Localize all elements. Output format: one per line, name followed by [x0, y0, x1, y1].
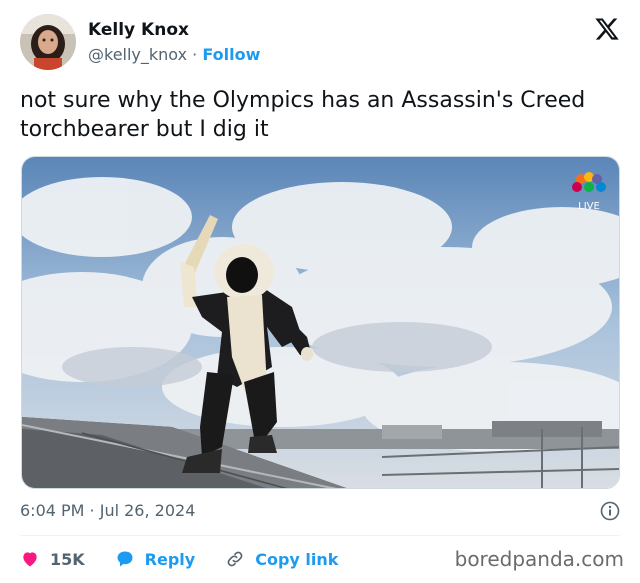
like-count: 15K: [50, 549, 85, 569]
chat-bubble-icon: [115, 549, 135, 569]
tweet-media-image[interactable]: LIVE: [21, 156, 620, 489]
x-logo-icon[interactable]: [594, 16, 620, 42]
divider: [20, 535, 620, 536]
like-button[interactable]: 15K: [20, 549, 85, 569]
tweet-text: not sure why the Olympics has an Assassi…: [20, 88, 586, 142]
author-handle[interactable]: @kelly_knox: [88, 45, 187, 64]
tweet-header: Kelly Knox @kelly_knox · Follow: [20, 14, 620, 72]
follow-button[interactable]: Follow: [202, 45, 260, 64]
author-handle-row: @kelly_knox · Follow: [88, 45, 260, 64]
copy-link-button[interactable]: Copy link: [225, 549, 338, 569]
watermark: boredpanda.com: [454, 547, 624, 571]
heart-icon: [20, 549, 40, 569]
separator-dot: ·: [192, 45, 198, 64]
copy-link-label: Copy link: [255, 549, 339, 569]
avatar[interactable]: [20, 14, 76, 70]
live-badge: LIVE: [578, 201, 600, 212]
author-name[interactable]: Kelly Knox: [88, 20, 189, 40]
tweet-timestamp[interactable]: 6:04 PM · Jul 26, 2024: [20, 501, 195, 520]
link-icon: [225, 549, 245, 569]
reply-button[interactable]: Reply: [115, 549, 196, 569]
info-icon[interactable]: [600, 501, 620, 521]
tweet-actions: 15K Reply Copy link: [20, 545, 368, 573]
reply-label: Reply: [144, 549, 196, 569]
